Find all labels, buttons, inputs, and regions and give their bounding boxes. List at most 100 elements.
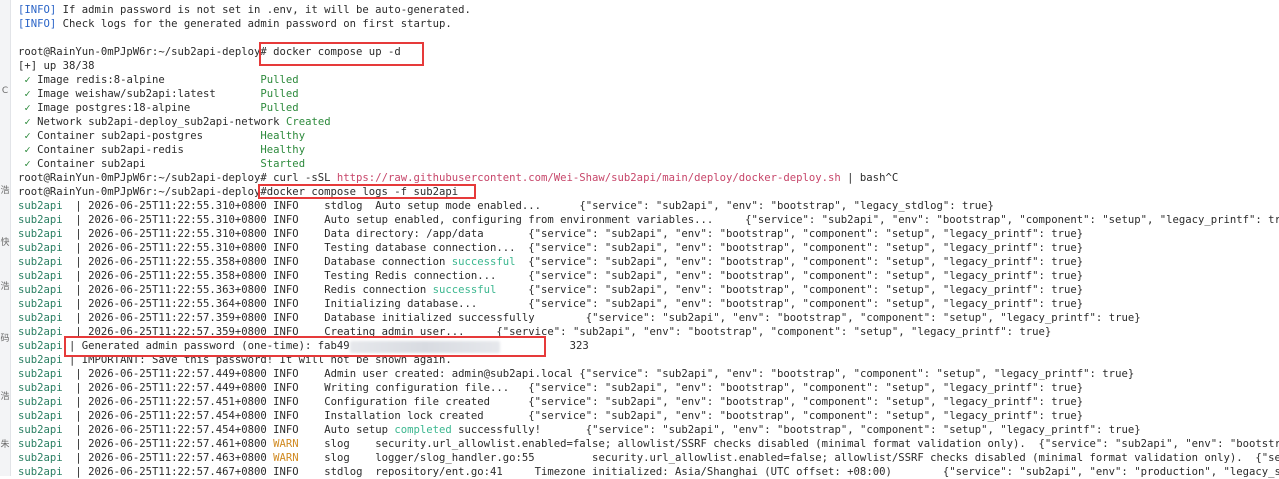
log-service: sub2api (18, 410, 63, 422)
log-message: Database initialized successfully (324, 312, 535, 324)
compose-item-label: Image postgres:18-alpine (37, 102, 255, 114)
strip-glyph: 浩 (0, 392, 10, 402)
log-service: sub2api (18, 256, 63, 268)
compose-up-command: docker compose up -d (273, 46, 401, 58)
log-service: sub2api (18, 298, 63, 310)
log-fields: {"service": "sub2api", "env": "bootstrap… (496, 270, 1084, 282)
compose-item-label: Network sub2api-deploy_sub2api-network (37, 116, 280, 128)
log-message: stdlog Auto setup mode enabled... (324, 200, 542, 212)
log-timestamp: 2026-06-25T11:22:55.310+0800 (88, 214, 267, 226)
terminal-output[interactable]: [INFO] If admin password is not set in .… (18, 3, 1279, 479)
compose-item-label: Image redis:8-alpine (37, 74, 255, 86)
log-service: sub2api (18, 368, 63, 380)
log-line: sub2api | 2026-06-25T11:22:57.359+0800 I… (18, 326, 1052, 338)
strip-glyph: 码 (0, 334, 10, 344)
log-level: INFO (273, 242, 299, 254)
password-redaction-blur (350, 341, 500, 353)
log-message: Installation lock created (324, 410, 484, 422)
compose-item-label: Image weishaw/sub2api:latest (37, 88, 255, 100)
compose-item: ✓ Network sub2api-deploy_sub2api-network… (18, 115, 1279, 129)
log-service: sub2api (18, 228, 63, 240)
log-line: sub2api | 2026-06-25T11:22:55.310+0800 I… (18, 228, 1084, 240)
generated-password-text: Generated admin password (one-time): fab… (81, 340, 350, 352)
log-fields: {"service": "sub2api", "env": "productio… (891, 466, 1279, 478)
log-message: Configuration file created (324, 396, 491, 408)
check-icon: ✓ (24, 144, 31, 156)
password-line: sub2api | Generated admin password (one-… (18, 340, 589, 352)
check-icon: ✓ (24, 74, 31, 86)
log-message-tail: successfully! (451, 424, 542, 436)
log-service: sub2api (18, 200, 63, 212)
log-timestamp: 2026-06-25T11:22:57.454+0800 (88, 424, 267, 436)
strip-glyph: 快 (0, 238, 10, 248)
strip-glyph: 浩 (0, 282, 10, 292)
log-timestamp: 2026-06-25T11:22:57.449+0800 (88, 382, 267, 394)
log-highlight: successful (432, 284, 497, 296)
check-icon: ✓ (24, 130, 31, 142)
check-icon: ✓ (24, 88, 31, 100)
compose-item: ✓ Container sub2api-postgres Healthy (18, 129, 1279, 143)
info-line: [INFO] If admin password is not set in .… (18, 4, 471, 16)
log-line: sub2api | 2026-06-25T11:22:57.449+0800 I… (18, 382, 1084, 394)
check-icon: ✓ (24, 158, 31, 170)
log-fields: {"service": "sub2api", "env": "bootstrap… (483, 410, 1084, 422)
log-line: sub2api | 2026-06-25T11:22:57.461+0800 W… (18, 437, 1279, 451)
shell-prompt: root@RainYun-0mPJpW6r:~/sub2api-deploy# (18, 186, 267, 198)
log-service: sub2api (18, 452, 63, 464)
log-level: INFO (273, 284, 299, 296)
log-service: sub2api (18, 396, 63, 408)
log-fields: {"service": "sub2api", "env": "bootstrap… (534, 312, 1141, 324)
log-timestamp: 2026-06-25T11:22:55.310+0800 (88, 200, 267, 212)
important-line: sub2api | IMPORTANT: Save this password!… (18, 354, 452, 366)
log-level: INFO (273, 326, 299, 338)
log-timestamp: 2026-06-25T11:22:55.310+0800 (88, 242, 267, 254)
log-level: INFO (273, 396, 299, 408)
log-fields: {"service": "sub2api", "env": "bootstrap… (572, 368, 1135, 380)
log-line: sub2api | 2026-06-25T11:22:57.463+0800 W… (18, 451, 1279, 465)
log-fields: {"service": "sub2api", "env": "bootstrap… (713, 214, 1279, 226)
log-level: INFO (273, 368, 299, 380)
log-level: INFO (273, 270, 299, 282)
log-line: sub2api | 2026-06-25T11:22:55.364+0800 I… (18, 298, 1084, 310)
log-level: INFO (273, 298, 299, 310)
log-timestamp: 2026-06-25T11:22:57.454+0800 (88, 410, 267, 422)
shell-prompt: root@RainYun-0mPJpW6r:~/sub2api-deploy# (18, 46, 267, 58)
compose-item-label: Container sub2api (37, 158, 255, 170)
log-fields: {"service": "sub2api", "env": "bootstrap… (464, 326, 1052, 338)
log-line: sub2api | 2026-06-25T11:22:57.454+0800 I… (18, 424, 1141, 436)
strip-glyph: C (1, 86, 9, 96)
log-message: Writing configuration file... (324, 382, 510, 394)
log-message: Testing database connection... (324, 242, 516, 254)
log-line: sub2api | 2026-06-25T11:22:55.358+0800 I… (18, 256, 1084, 268)
compose-item-status: Pulled (260, 88, 299, 100)
log-fields: {"service": "sub2api", "env": "bootstrap… (515, 242, 1084, 254)
log-timestamp: 2026-06-25T11:22:57.461+0800 (88, 438, 267, 450)
log-fields: {"service": (1255, 452, 1279, 464)
log-level: INFO (273, 466, 299, 478)
compose-progress: [+] up 38/38 (18, 60, 95, 72)
compose-item-status: Healthy (260, 130, 306, 142)
log-highlight: completed (394, 424, 452, 436)
info-line: [INFO] Check logs for the generated admi… (18, 18, 452, 30)
compose-item: ✓ Container sub2api-redis Healthy (18, 143, 1279, 157)
log-timestamp: 2026-06-25T11:22:57.451+0800 (88, 396, 267, 408)
log-service: sub2api (18, 326, 63, 338)
log-line: sub2api | 2026-06-25T11:22:55.310+0800 I… (18, 242, 1084, 254)
log-message: Auto setup enabled, configuring from env… (324, 214, 714, 226)
log-line: sub2api | 2026-06-25T11:22:57.454+0800 I… (18, 410, 1084, 422)
side-panel-edge: C 浩 快 浩 码 浩 朱 (0, 0, 11, 476)
compose-item-status: Pulled (260, 74, 299, 86)
log-line: sub2api | 2026-06-25T11:22:57.467+0800 I… (18, 465, 1279, 479)
log-level: INFO (273, 424, 299, 436)
log-service: sub2api (18, 466, 63, 478)
log-message: Redis connection (324, 284, 433, 296)
compose-item-status: Pulled (260, 102, 299, 114)
log-highlight: successful (451, 256, 516, 268)
log-message: Database connection (324, 256, 452, 268)
log-message: Creating admin user... (324, 326, 465, 338)
log-timestamp: 2026-06-25T11:22:57.463+0800 (88, 452, 267, 464)
check-icon: ✓ (24, 116, 31, 128)
log-service: sub2api (18, 312, 63, 324)
log-service: sub2api (18, 284, 63, 296)
log-message: Auto setup (324, 424, 395, 436)
